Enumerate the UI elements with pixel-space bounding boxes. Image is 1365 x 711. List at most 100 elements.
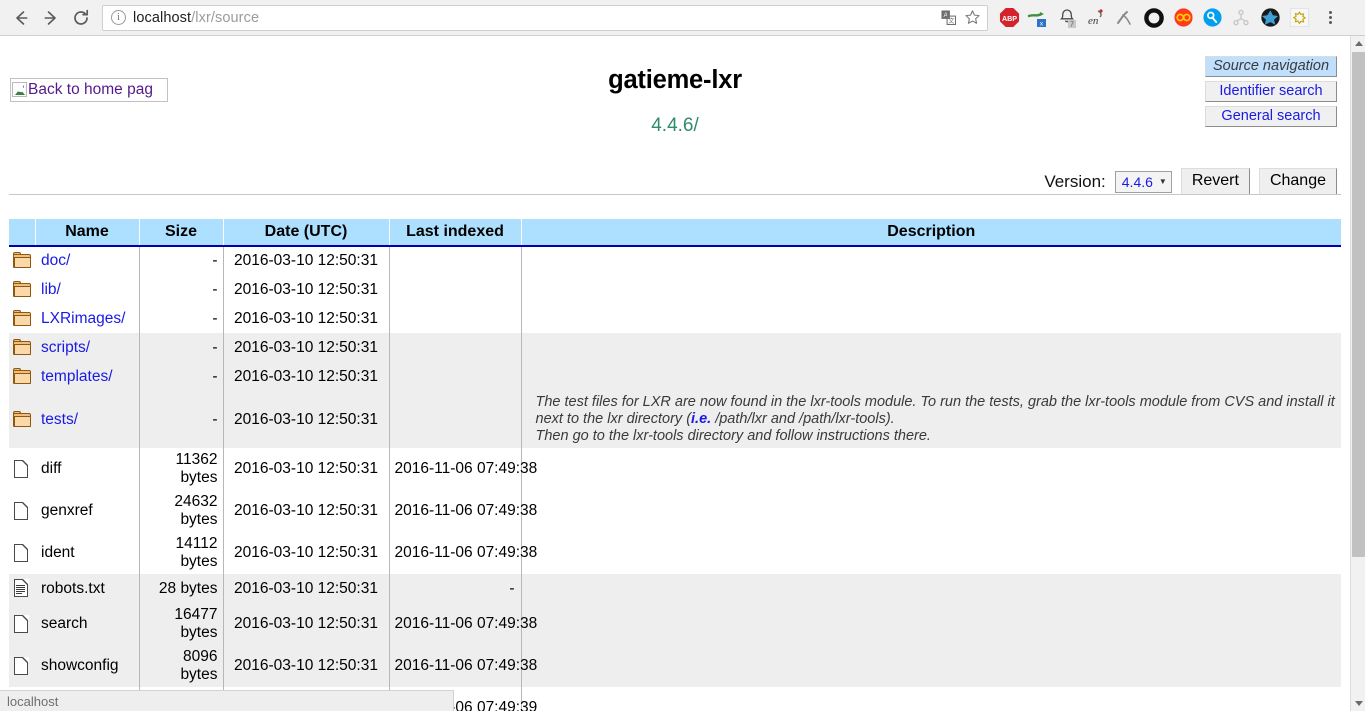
row-indexed-cell: 2016-11-06 07:49:38 [389,448,537,490]
row-date-cell: 2016-03-10 12:50:31 [223,304,390,333]
file-icon [13,543,30,563]
table-row: ident 14112 bytes 2016-03-10 12:50:31 2016-… [9,532,1341,574]
back-to-home-link[interactable]: Back to home pag [10,78,168,102]
row-date-cell: 2016-03-10 12:50:31 [223,275,390,304]
row-icon-cell [9,448,35,490]
row-date-cell: 2016-03-10 12:50:31 [223,490,390,532]
table-row: scripts/ -2016-03-10 12:50:31 [9,333,1341,362]
share-node-icon[interactable] [1228,5,1254,31]
version-controls: Version: 4.4.6 ▼ Revert Change [1044,168,1337,195]
table-row: LXRimages/-2016-03-10 12:50:31 [9,304,1341,333]
search-nav-box: Source navigation Identifier search Gene… [1205,56,1337,131]
row-description-cell [521,574,1341,603]
row-date-cell: 2016-03-10 12:50:31 [223,448,390,490]
address-bar[interactable]: i localhost/lxr/source A 文 [102,4,988,31]
header-last-indexed[interactable]: Last indexed [389,219,522,247]
translate-icon[interactable]: A 文 [939,9,957,27]
row-indexed-cell: 2016-11-06 07:49:38 [389,490,537,532]
header-size[interactable]: Size [139,219,224,247]
extension-toolbar: ABP x 7 en [988,5,1343,31]
english-dictionary-icon[interactable]: en [1083,5,1109,31]
adblock-plus-icon[interactable]: ABP [996,5,1022,31]
row-icon-cell [9,574,35,603]
site-info-icon[interactable]: i [111,10,126,25]
row-description-cell [521,448,1341,490]
row-size-cell: - [139,362,224,391]
page-content: Back to home pag gatieme-lxr 4.4.6/ Sour… [0,36,1350,711]
status-bar: localhost [0,690,454,711]
star-icon[interactable] [963,9,981,27]
row-description-cell [521,246,1341,275]
circle-ring-icon[interactable] [1141,5,1167,31]
header-name[interactable]: Name [35,219,140,247]
header-description[interactable]: Description [521,219,1341,247]
revert-button[interactable]: Revert [1180,168,1250,195]
change-button[interactable]: Change [1258,168,1337,195]
row-name-link[interactable]: tests/ [41,411,78,428]
key-search-icon[interactable] [1199,5,1225,31]
row-name-link[interactable]: scripts/ [41,339,90,356]
row-name-cell: doc/ [35,246,140,275]
row-size-cell: - [139,275,224,304]
nav-identifier-search[interactable]: Identifier search [1205,81,1337,102]
folder-icon [13,367,32,385]
table-head: Name Size Date (UTC) Last indexed Descri… [9,219,1341,247]
row-name-link[interactable]: LXRimages/ [41,310,125,327]
reload-button[interactable] [66,3,96,33]
ink-brush-icon[interactable] [1112,5,1138,31]
row-description-cell [521,645,1341,687]
arrow-right-icon [44,10,56,25]
nav-general-search[interactable]: General search [1205,106,1337,127]
row-indexed-cell [389,275,522,304]
page-header: Back to home pag gatieme-lxr 4.4.6/ Sour… [9,36,1341,195]
vertical-scrollbar[interactable] [1350,36,1365,711]
row-size-cell: 24632 bytes [139,490,224,532]
page-viewport: Back to home pag gatieme-lxr 4.4.6/ Sour… [0,36,1350,711]
row-indexed-cell: 2016-11-06 07:49:38 [389,603,537,645]
nav-source-navigation[interactable]: Source navigation [1205,56,1337,77]
row-icon-cell [9,333,35,362]
url-path: /lxr/source [191,9,260,26]
row-name-link[interactable]: lib/ [41,281,61,298]
scrollbar-thumb[interactable] [1352,52,1365,557]
page-title: gatieme-lxr [608,66,742,94]
row-size-cell: 16477 bytes [139,603,224,645]
settings-gear-icon[interactable] [1286,5,1312,31]
three-dots-menu-icon[interactable] [1317,5,1343,31]
row-indexed-cell: 2016-11-06 07:49:38 [389,532,537,574]
row-size-cell: 8096 bytes [139,645,224,687]
ie-link[interactable]: i.e. [691,411,711,427]
header-date[interactable]: Date (UTC) [223,219,390,247]
row-date-cell: 2016-03-10 12:50:31 [223,391,390,448]
row-description-cell: The test files for LXR are now found in … [521,391,1341,448]
text-file-icon [13,579,30,598]
table-header-row: Name Size Date (UTC) Last indexed Descri… [9,219,1341,247]
navigation-buttons [0,3,96,33]
row-icon-cell [9,362,35,391]
row-description-cell [521,304,1341,333]
row-name-link[interactable]: doc/ [41,252,70,269]
star-badge-icon[interactable] [1257,5,1283,31]
row-icon-cell [9,275,35,304]
svg-text:en: en [1088,15,1099,27]
table-row: tests/ -2016-03-10 12:50:31 The test files… [9,391,1341,448]
row-indexed-cell: - [389,574,522,603]
version-select[interactable]: 4.4.6 ▼ [1114,170,1172,193]
row-indexed-cell [389,362,522,391]
row-size-cell: - [139,246,224,275]
row-name-cell: genxref [35,490,140,532]
scroll-up-arrow[interactable] [1351,36,1365,51]
table-row: templates/ -2016-03-10 12:50:31 [9,362,1341,391]
forward-button[interactable] [36,3,66,33]
row-name-link[interactable]: templates/ [41,368,113,385]
row-name-text: robots.txt [41,579,105,597]
proxy-switchy-icon[interactable]: x [1025,5,1051,31]
back-button[interactable] [6,3,36,33]
row-icon-cell [9,490,35,532]
scroll-down-arrow[interactable] [1351,696,1365,711]
version-select-value: 4.4.6 [1121,173,1153,190]
browser-toolbar: i localhost/lxr/source A 文 ABP x 7 en [0,0,1365,36]
notification-bell-icon[interactable]: 7 [1054,5,1080,31]
infinity-icon[interactable] [1170,5,1196,31]
address-bar-icons: A 文 [939,9,983,27]
